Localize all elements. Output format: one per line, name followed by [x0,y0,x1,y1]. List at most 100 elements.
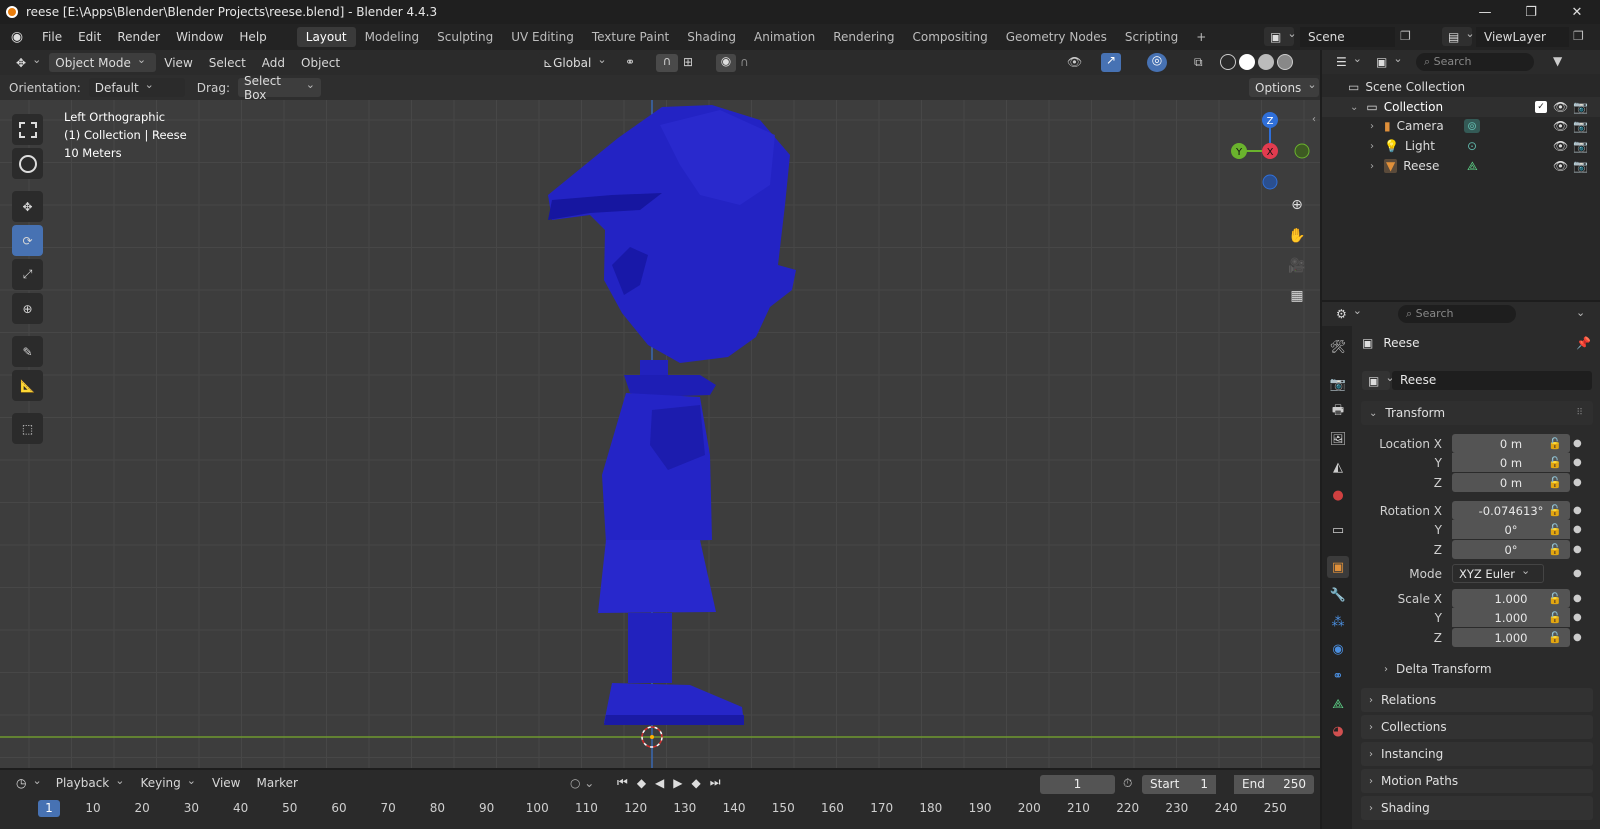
scene-name-field[interactable]: Scene [1300,27,1395,47]
prev-keyframe-icon[interactable]: ◆ [637,776,646,790]
physics-tab-icon[interactable]: ◉ [1327,638,1349,660]
current-frame-field[interactable]: 1 [1040,775,1115,794]
menu-window[interactable]: Window [168,30,231,44]
play-icon[interactable]: ▶ [673,776,682,790]
properties-search-input[interactable]: ⌕ Search [1398,305,1516,323]
scene-collection-row[interactable]: ▭ Scene Collection [1322,77,1600,97]
select-box-tool-icon[interactable] [12,114,43,145]
end-frame-field[interactable]: End 250 [1234,775,1314,794]
rendered-shading-icon[interactable] [1277,54,1293,70]
light-render-icon[interactable]: 📷 [1573,139,1588,153]
tab-texture-paint[interactable]: Texture Paint [583,27,678,47]
tab-animation[interactable]: Animation [745,27,824,47]
start-frame-field[interactable]: Start 1 [1142,775,1216,794]
material-shading-icon[interactable] [1258,54,1274,70]
tab-shading[interactable]: Shading [678,27,745,47]
lock-rotation-x-icon[interactable]: 🔓 [1548,504,1562,517]
menu-object[interactable]: Object [293,56,348,70]
tab-compositing[interactable]: Compositing [903,27,996,47]
maximize-icon[interactable]: ❐ [1508,0,1554,24]
tab-uv-editing[interactable]: UV Editing [502,27,583,47]
visibility-icon[interactable]: 👁 [1067,55,1082,69]
editor-type-icon[interactable]: ✥ [10,53,47,72]
timeline-menu-view[interactable]: View [204,776,248,790]
menu-keying[interactable]: Keying [132,776,204,790]
reese-visibility-icon[interactable]: 👁 [1553,159,1568,173]
camera-expand-icon[interactable]: › [1370,121,1374,132]
keyframe-dot-icon[interactable]: ● [1573,612,1582,623]
collection-visibility-icon[interactable]: 👁 [1553,100,1568,114]
camera-view-icon[interactable]: 🎥 [1284,253,1310,279]
drag-dropdown[interactable]: Select Box [237,74,321,102]
rotation-mode-dropdown[interactable]: XYZ Euler [1452,564,1544,583]
lock-scale-z-icon[interactable]: 🔓 [1548,631,1562,644]
tab-rendering[interactable]: Rendering [824,27,903,47]
menu-playback[interactable]: Playback [48,776,133,790]
cursor-tool-icon[interactable] [12,148,43,179]
pan-hand-icon[interactable]: ✋ [1284,223,1310,249]
wireframe-shading-icon[interactable] [1220,54,1236,70]
relations-panel-header[interactable]: › Relations [1361,688,1593,712]
overlay-toggle-icon[interactable]: ◎ [1147,53,1167,72]
jump-end-icon[interactable]: ⏭ [710,775,721,790]
add-workspace-icon[interactable]: + [1187,27,1215,47]
object-browse-icon[interactable]: ▣ [1362,371,1390,390]
lock-location-z-icon[interactable]: 🔓 [1548,476,1562,489]
orientation-dropdown[interactable]: Default [88,78,185,97]
reese-expand-icon[interactable]: › [1370,161,1374,172]
add-cube-tool-icon[interactable]: ⬚ [12,413,43,444]
collections-panel-header[interactable]: › Collections [1361,715,1593,739]
collection-expand-icon[interactable]: ⌄ [1350,102,1358,113]
keyframe-dot-icon[interactable]: ● [1573,457,1582,468]
mesh-data-icon[interactable]: ⟁ [1467,159,1478,174]
transform-panel-header[interactable]: ⌄ Transform ⠿ [1361,401,1593,425]
menu-render[interactable]: Render [109,30,168,44]
lock-rotation-z-icon[interactable]: 🔓 [1548,543,1562,556]
snap-toggle-icon[interactable]: ∩ [656,54,678,72]
next-keyframe-icon[interactable]: ◆ [692,776,701,790]
menu-edit[interactable]: Edit [70,30,109,44]
lock-scale-y-icon[interactable]: 🔓 [1548,611,1562,624]
delta-transform-subpanel[interactable]: › Delta Transform [1384,662,1492,676]
keyframe-dot-icon[interactable]: ● [1573,438,1582,449]
lock-location-x-icon[interactable]: 🔓 [1548,437,1562,450]
blender-menu-icon[interactable]: ◉ [0,29,34,45]
menu-add[interactable]: Add [254,56,293,70]
options-dropdown[interactable]: Options [1249,78,1319,97]
drag-handle-icon[interactable]: ⠿ [1576,408,1583,418]
menu-marker[interactable]: Marker [248,776,305,790]
new-scene-icon[interactable]: ❐ [1400,29,1411,43]
transform-orientation-dropdown[interactable]: ⊾ Global [537,53,613,72]
tool-tab-icon[interactable]: 🛠 [1327,336,1349,358]
collection-checkbox[interactable]: ✓ [1535,101,1547,113]
keyframe-dot-icon[interactable]: ● [1573,524,1582,535]
object-tab-icon[interactable]: ▣ [1327,556,1349,578]
solid-shading-icon[interactable] [1239,54,1255,70]
camera-render-icon[interactable]: 📷 [1573,119,1588,133]
view-layer-tab-icon[interactable]: 🖼 [1327,428,1349,450]
transform-tool-icon[interactable]: ⊕ [12,293,43,324]
tab-sculpting[interactable]: Sculpting [428,27,502,47]
view-layer-name-field[interactable]: ViewLayer [1476,27,1569,47]
new-view-layer-icon[interactable]: ❐ [1573,29,1584,43]
lock-rotation-y-icon[interactable]: 🔓 [1548,523,1562,536]
falloff-icon[interactable]: ∩ [740,55,749,69]
motion-paths-panel-header[interactable]: › Motion Paths [1361,769,1593,793]
keyframe-dot-icon[interactable]: ● [1573,593,1582,604]
collection-row[interactable]: ⌄ ▭ Collection ✓ 👁 📷 [1322,97,1600,117]
tab-modeling[interactable]: Modeling [356,27,429,47]
3d-viewport[interactable] [0,75,1320,768]
jump-start-icon[interactable]: ⏮ [617,775,628,790]
scene-tab-icon[interactable]: ◭ [1327,456,1349,478]
keyframe-dot-icon[interactable]: ● [1573,544,1582,555]
keyframe-dot-icon[interactable]: ● [1573,505,1582,516]
outliner-item-reese[interactable]: › ▼ Reese ⟁ 👁 📷 [1322,156,1600,176]
outliner-filter-icon[interactable]: ▼ [1553,54,1562,68]
pivot-point-icon[interactable]: ⚭ [625,55,635,69]
gizmo-toggle-icon[interactable]: ↗ [1101,53,1121,72]
lock-location-y-icon[interactable]: 🔓 [1548,456,1562,469]
close-icon[interactable]: ✕ [1554,0,1600,24]
tab-scripting[interactable]: Scripting [1116,27,1187,47]
properties-editor-type-icon[interactable]: ⚙ [1330,304,1364,323]
preview-range-icon[interactable]: ⏱ [1123,776,1132,791]
